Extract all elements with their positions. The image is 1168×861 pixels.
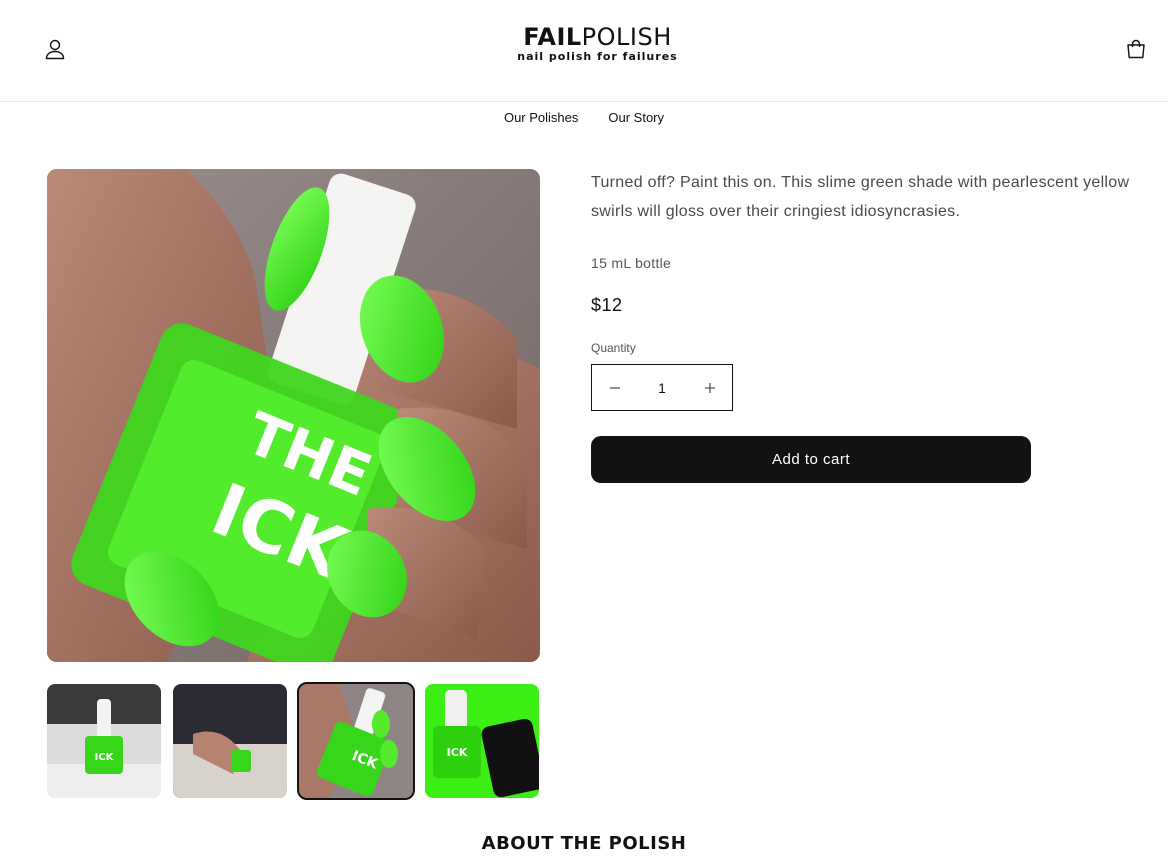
quantity-decrease-button[interactable] [592,365,637,410]
logo-tagline: nail polish for failures [517,50,678,63]
account-button[interactable] [40,34,70,64]
logo-wordmark: FAILPOLISH [500,24,695,50]
nav-item-our-story[interactable]: Our Story [608,108,664,128]
product-thumbnails: ICK ICK ICK [47,682,540,800]
quantity-stepper [591,364,733,411]
quantity-label: Quantity [591,341,636,355]
thumbnail-1[interactable]: ICK [47,684,161,798]
add-to-cart-button[interactable]: Add to cart [591,436,1031,483]
cart-icon [1127,39,1145,59]
about-section-title: ABOUT THE POLISH [481,833,687,854]
product-main-image[interactable]: THE ICK [47,169,540,662]
product-size: 15 mL bottle [591,255,672,271]
thumb-label-1: ICK [95,752,115,763]
main-nav: Our Polishes Our Story [0,108,1168,128]
cart-button[interactable] [1121,34,1151,64]
nav-item-our-polishes[interactable]: Our Polishes [504,108,578,128]
quantity-increase-button[interactable] [687,365,732,410]
product-price: $12 [591,295,623,315]
account-icon [45,39,65,60]
thumbnail-2[interactable] [173,684,287,798]
thumbnail-3[interactable]: ICK [297,682,415,800]
thumb-label-4: ICK [447,746,468,759]
plus-icon [704,382,715,393]
product-description: Turned off? Paint this on. This slime gr… [591,174,1130,220]
logo-polish-text: POLISH [581,23,672,51]
quantity-input[interactable] [637,365,687,410]
logo-fail-text: FAIL [523,23,582,51]
thumbnail-4[interactable]: ICK [425,684,539,798]
site-logo[interactable]: FAILPOLISH nail polish for failures [500,24,695,68]
main-image-illustration: THE ICK [47,169,540,662]
site-header: FAILPOLISH nail polish for failures [0,0,1168,102]
minus-icon [609,386,620,389]
